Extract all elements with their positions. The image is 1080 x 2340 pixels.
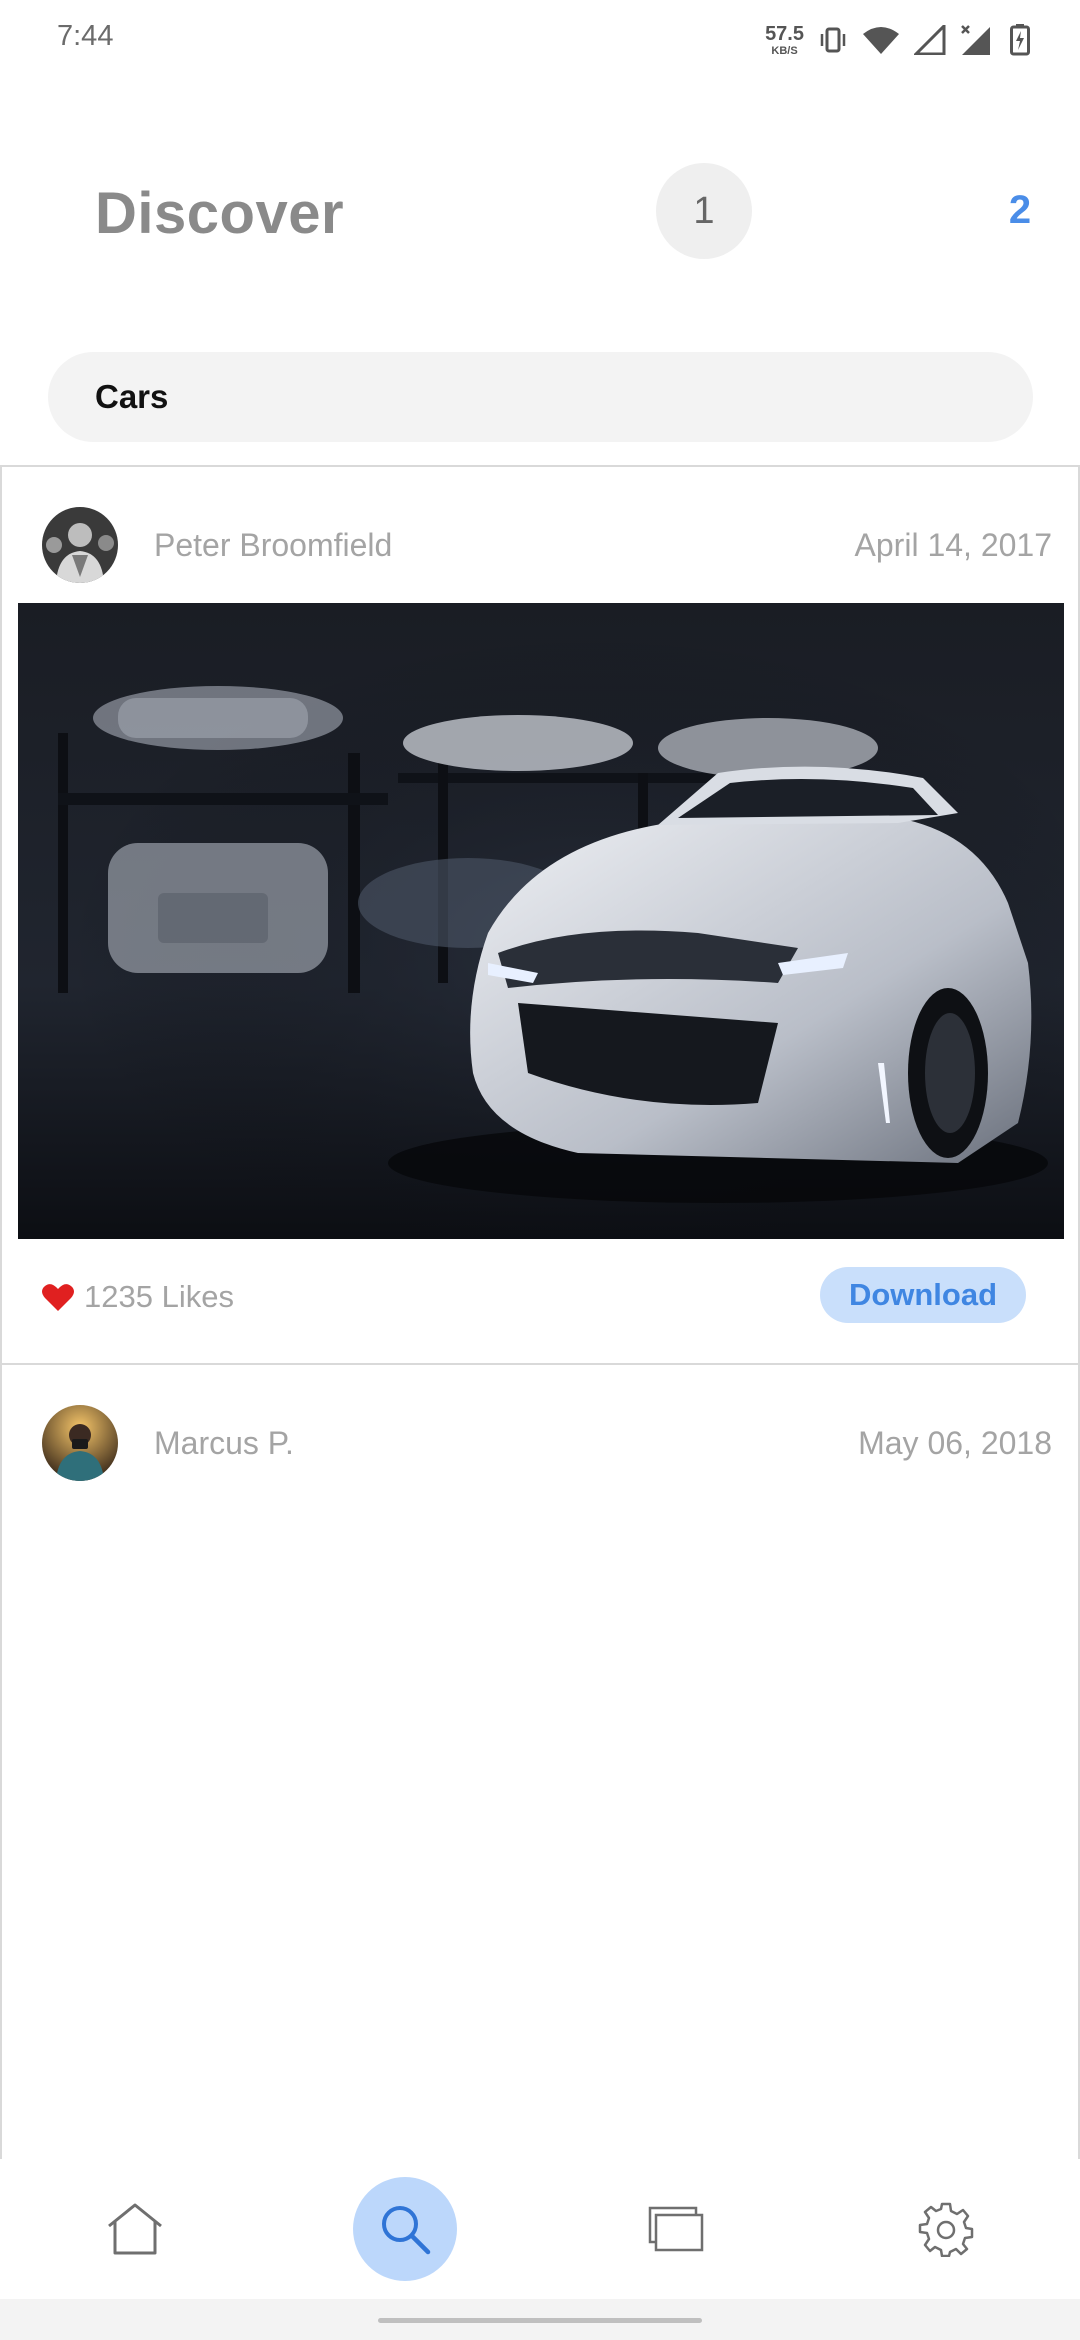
signal-no-data-icon — [961, 25, 990, 55]
home-icon — [108, 2203, 162, 2255]
status-time: 7:44 — [57, 20, 114, 52]
avatar[interactable] — [42, 1405, 118, 1481]
page-2-button[interactable]: 2 — [990, 180, 1050, 240]
signal-icon — [914, 25, 946, 55]
avatar[interactable] — [42, 507, 118, 583]
search-icon — [382, 2206, 431, 2255]
post-card: Peter Broomfield April 14, 2017 1235 Lik… — [2, 467, 1078, 1365]
nav-search[interactable] — [353, 2177, 457, 2281]
photo-feed[interactable]: Peter Broomfield April 14, 2017 1235 Lik… — [0, 465, 1080, 2159]
heart-icon — [42, 1284, 74, 1311]
settings-icon — [918, 2202, 974, 2257]
post-header: Marcus P. May 06, 2018 — [2, 1365, 1078, 1501]
vibrate-icon — [820, 27, 846, 53]
search-input[interactable]: Cars — [48, 352, 1033, 442]
likes-count: 1235 Likes — [84, 1279, 234, 1314]
post-footer: 1235 Likes Download — [2, 1239, 1078, 1363]
post-card: Marcus P. May 06, 2018 — [2, 1365, 1078, 1501]
post-header: Peter Broomfield April 14, 2017 — [2, 467, 1078, 603]
battery-charging-icon — [1010, 24, 1030, 56]
network-speed-value: 57.5 — [765, 22, 804, 45]
author-name[interactable]: Peter Broomfield — [154, 527, 392, 564]
nav-settings[interactable] — [894, 2177, 998, 2281]
gesture-navigation-area — [0, 2299, 1080, 2340]
author-name[interactable]: Marcus P. — [154, 1425, 294, 1462]
header: Discover 1 2 — [0, 140, 1080, 290]
status-icons: 57.5 KB/S — [765, 18, 1030, 62]
collections-icon — [648, 2206, 704, 2252]
wifi-icon — [863, 27, 899, 54]
page-title: Discover — [95, 181, 345, 246]
status-bar: 7:44 57.5 KB/S — [0, 0, 1080, 80]
network-speed: 57.5 KB/S — [765, 24, 804, 57]
nav-home[interactable] — [83, 2177, 187, 2281]
page-1-button[interactable]: 1 — [656, 163, 752, 259]
post-photo[interactable] — [18, 603, 1064, 1239]
post-date: May 06, 2018 — [858, 1425, 1052, 1461]
like-button[interactable]: 1235 Likes — [42, 1279, 234, 1315]
network-speed-unit: KB/S — [771, 44, 798, 57]
download-button[interactable]: Download — [820, 1267, 1026, 1323]
gesture-pill[interactable] — [378, 2318, 702, 2323]
bottom-navigation — [0, 2159, 1080, 2299]
post-date: April 14, 2017 — [854, 527, 1052, 563]
nav-collections[interactable] — [624, 2177, 728, 2281]
